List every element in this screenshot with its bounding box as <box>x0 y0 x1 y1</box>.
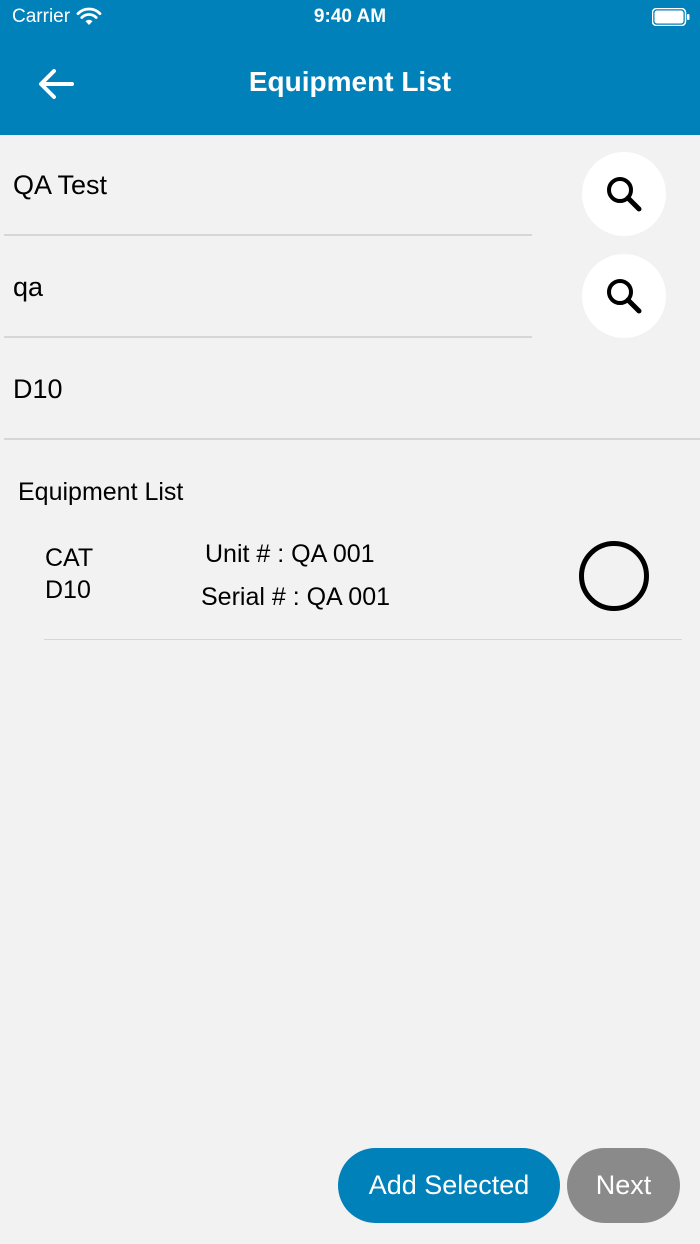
add-selected-button[interactable]: Add Selected <box>338 1148 560 1223</box>
battery-icon <box>652 8 690 26</box>
status-time: 9:40 AM <box>313 6 387 27</box>
select-radio-button[interactable] <box>579 541 649 611</box>
customer-field-row <box>0 136 700 237</box>
next-button[interactable]: Next <box>567 1148 680 1223</box>
site-field-row <box>0 238 700 339</box>
model-input[interactable] <box>4 340 700 440</box>
equipment-list-heading: Equipment List <box>18 478 184 506</box>
search-icon <box>607 177 642 212</box>
page-title: Equipment List <box>248 66 452 97</box>
search-icon <box>607 279 642 314</box>
customer-input[interactable] <box>4 136 532 236</box>
equipment-model: D10 <box>45 576 91 604</box>
site-search-button[interactable] <box>582 254 666 338</box>
status-bar: Carrier 9:40 AM <box>0 0 700 36</box>
site-input[interactable] <box>4 238 532 338</box>
customer-search-button[interactable] <box>582 152 666 236</box>
equipment-list-item[interactable]: CAT D10 Unit # : QA 001 Serial # : QA 00… <box>0 525 700 641</box>
row-divider <box>44 639 682 640</box>
equipment-list-screen: Carrier 9:40 AM Equipment List QA Test q… <box>0 0 700 1244</box>
equipment-make: CAT <box>45 544 94 572</box>
equipment-serial-number: Serial # : QA 001 <box>201 583 391 611</box>
equipment-unit-number: Unit # : QA 001 <box>205 540 375 568</box>
model-field-row <box>0 340 700 441</box>
header: Carrier 9:40 AM Equipment List <box>0 0 700 135</box>
